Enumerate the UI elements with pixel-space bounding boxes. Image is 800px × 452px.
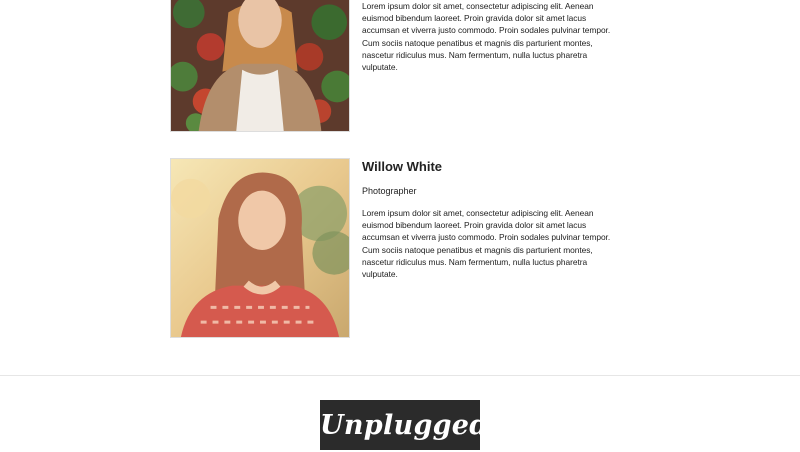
team-member-role: Photographer bbox=[362, 186, 417, 196]
team-member-bio: Lorem ipsum dolor sit amet, consectetur … bbox=[362, 1, 611, 73]
team-member-photo bbox=[170, 0, 350, 132]
team-member-name: Willow White bbox=[362, 159, 443, 174]
portrait-woman-beanie-photo bbox=[171, 0, 349, 131]
site-logo[interactable]: Unplugged bbox=[320, 400, 488, 450]
footer-divider bbox=[0, 375, 800, 376]
team-member-photo bbox=[170, 158, 350, 338]
team-member-bio: Lorem ipsum dolor sit amet, consectetur … bbox=[362, 208, 611, 280]
team-member-info: Lorem ipsum dolor sit amet, consectetur … bbox=[362, 0, 620, 73]
portrait-woman-red-top-photo bbox=[171, 159, 349, 337]
